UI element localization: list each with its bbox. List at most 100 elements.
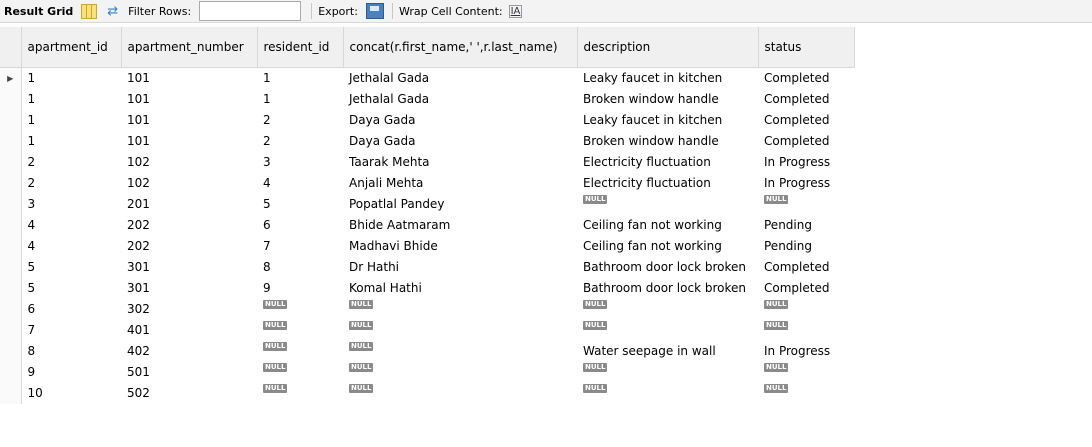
current-row-arrow-icon[interactable]: ▶	[0, 67, 22, 89]
table-row[interactable]: 8 402 NULL NULL Water seepage in wall In Prog…	[0, 341, 854, 362]
description-cell[interactable]: Water seepage in wall	[577, 341, 758, 362]
resident-id-cell[interactable]: NULL	[257, 320, 343, 341]
apartment-number-cell[interactable]: 101	[121, 110, 257, 131]
full-name-cell[interactable]: NULL	[343, 341, 577, 362]
full-name-cell[interactable]: Bhide Aatmaram	[343, 215, 577, 236]
description-cell[interactable]: NULL	[577, 362, 758, 383]
apartment-id-cell[interactable]: 7	[20, 320, 121, 341]
description-cell[interactable]: Leaky faucet in kitchen	[577, 68, 758, 90]
column-header-apartment-id[interactable]: apartment_id	[21, 27, 122, 68]
table-row[interactable]: 1 101 2 Daya Gada Broken window handle Comple…	[0, 131, 854, 152]
description-cell[interactable]: NULL	[577, 320, 758, 341]
apartment-id-cell[interactable]: 4	[20, 236, 121, 257]
row-marker[interactable]	[0, 341, 22, 362]
apartment-id-cell[interactable]: 3	[20, 194, 121, 215]
full-name-cell[interactable]: Daya Gada	[343, 110, 577, 131]
apartment-id-cell[interactable]: 2	[20, 152, 121, 173]
table-row[interactable]: 2 102 4 Anjali Mehta Electricity fluctuation…	[0, 173, 854, 194]
table-row[interactable]: 9 501 NULL NULL NULL NULL	[0, 362, 854, 383]
resident-id-cell[interactable]: 5	[257, 194, 343, 215]
resident-id-cell[interactable]: 1	[257, 89, 343, 110]
full-name-cell[interactable]: Popatlal Pandey	[343, 194, 577, 215]
table-row[interactable]: 1 101 2 Daya Gada Leaky faucet in kitchen Com…	[0, 110, 854, 131]
resident-id-cell[interactable]: 1	[257, 68, 343, 90]
status-cell[interactable]: NULL	[758, 194, 854, 215]
table-row[interactable]: 3 201 5 Popatlal Pandey NULL NULL	[0, 194, 854, 215]
resident-id-cell[interactable]: NULL	[257, 362, 343, 383]
column-header-description[interactable]: description	[577, 27, 759, 68]
table-row[interactable]: 10 502 NULL NULL NULL NULL	[0, 383, 854, 404]
table-row[interactable]: 6 302 NULL NULL NULL NULL	[0, 299, 854, 320]
column-header-full-name[interactable]: concat(r.first_name,' ',r.last_name)	[343, 27, 578, 68]
description-cell[interactable]: Ceiling fan not working	[577, 236, 758, 257]
full-name-cell[interactable]: Jethalal Gada	[343, 89, 577, 110]
resident-id-cell[interactable]: 7	[257, 236, 343, 257]
row-marker[interactable]	[0, 320, 22, 341]
description-cell[interactable]: Electricity fluctuation	[577, 152, 758, 173]
row-marker[interactable]	[0, 362, 22, 383]
description-cell[interactable]: Broken window handle	[577, 131, 758, 152]
full-name-cell[interactable]: NULL	[343, 383, 577, 404]
resident-id-cell[interactable]: NULL	[257, 383, 343, 404]
apartment-number-cell[interactable]: 102	[121, 173, 257, 194]
column-header-status[interactable]: status	[758, 27, 855, 68]
apartment-number-cell[interactable]: 102	[121, 152, 257, 173]
full-name-cell[interactable]: NULL	[343, 320, 577, 341]
status-cell[interactable]: Completed	[758, 110, 854, 131]
apartment-number-cell[interactable]: 301	[121, 257, 257, 278]
row-marker[interactable]	[0, 299, 22, 320]
apartment-number-cell[interactable]: 501	[121, 362, 257, 383]
full-name-cell[interactable]: Komal Hathi	[343, 278, 577, 299]
status-cell[interactable]: Completed	[758, 68, 854, 90]
full-name-cell[interactable]: Madhavi Bhide	[343, 236, 577, 257]
apartment-id-cell[interactable]: 5	[20, 278, 121, 299]
description-cell[interactable]: NULL	[577, 383, 758, 404]
resident-id-cell[interactable]: 2	[257, 131, 343, 152]
apartment-id-cell[interactable]: 1	[20, 89, 121, 110]
full-name-cell[interactable]: Taarak Mehta	[343, 152, 577, 173]
resident-id-cell[interactable]: 2	[257, 110, 343, 131]
status-cell[interactable]: In Progress	[758, 173, 854, 194]
apartment-number-cell[interactable]: 101	[121, 68, 257, 90]
status-cell[interactable]: In Progress	[758, 341, 854, 362]
resident-id-cell[interactable]: 3	[257, 152, 343, 173]
save-export-icon[interactable]	[365, 3, 384, 19]
table-row[interactable]: 4 202 6 Bhide Aatmaram Ceiling fan not worki…	[0, 215, 854, 236]
status-cell[interactable]: NULL	[758, 320, 854, 341]
row-marker[interactable]	[0, 383, 22, 404]
apartment-number-cell[interactable]: 401	[121, 320, 257, 341]
apartment-id-cell[interactable]: 1	[20, 67, 121, 89]
apartment-number-cell[interactable]: 502	[121, 383, 257, 404]
row-marker[interactable]	[0, 89, 22, 110]
row-marker[interactable]	[0, 236, 22, 257]
wrap-text-icon[interactable]: IA	[508, 4, 523, 18]
row-marker[interactable]	[0, 110, 22, 131]
apartment-id-cell[interactable]: 2	[20, 173, 121, 194]
apartment-id-cell[interactable]: 9	[20, 362, 121, 383]
description-cell[interactable]: Broken window handle	[577, 89, 758, 110]
apartment-number-cell[interactable]: 302	[121, 299, 257, 320]
resident-id-cell[interactable]: 4	[257, 173, 343, 194]
apartment-id-cell[interactable]: 1	[20, 131, 121, 152]
apartment-number-cell[interactable]: 202	[121, 236, 257, 257]
apartment-number-cell[interactable]: 301	[121, 278, 257, 299]
filter-rows-input[interactable]	[199, 1, 302, 21]
refresh-filter-icon[interactable]: ⇄	[107, 4, 118, 19]
description-cell[interactable]: NULL	[577, 194, 758, 215]
description-cell[interactable]: NULL	[577, 299, 758, 320]
description-cell[interactable]: Electricity fluctuation	[577, 173, 758, 194]
description-cell[interactable]: Leaky faucet in kitchen	[577, 110, 758, 131]
apartment-id-cell[interactable]: 10	[20, 383, 121, 404]
table-row[interactable]: 5 301 9 Komal Hathi Bathroom door lock broke…	[0, 278, 854, 299]
apartment-id-cell[interactable]: 1	[20, 110, 121, 131]
full-name-cell[interactable]: NULL	[343, 362, 577, 383]
full-name-cell[interactable]: Jethalal Gada	[343, 68, 577, 90]
resident-id-cell[interactable]: 9	[257, 278, 343, 299]
status-cell[interactable]: NULL	[758, 362, 854, 383]
grid-layout-icon[interactable]	[81, 3, 98, 19]
apartment-id-cell[interactable]: 4	[20, 215, 121, 236]
status-cell[interactable]: Completed	[758, 131, 854, 152]
status-cell[interactable]: In Progress	[758, 152, 854, 173]
apartment-id-cell[interactable]: 8	[20, 341, 121, 362]
status-cell[interactable]: Completed	[758, 257, 854, 278]
